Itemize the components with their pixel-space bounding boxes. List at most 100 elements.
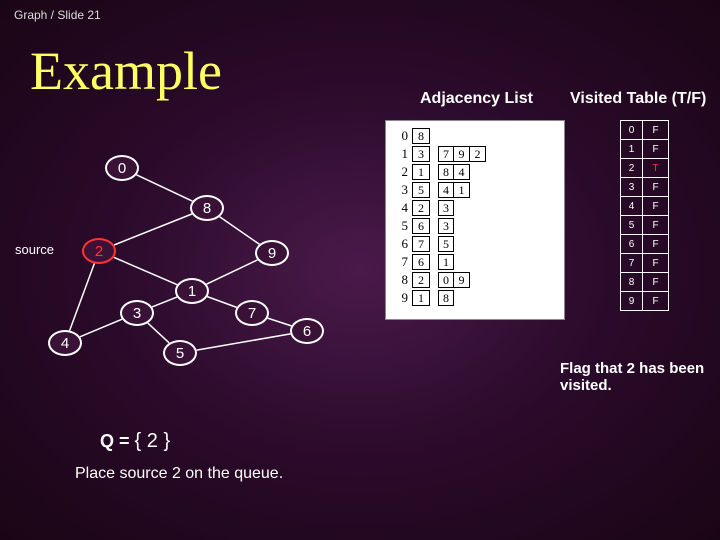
adjacency-index: 3 xyxy=(394,182,408,198)
adjacency-row: 675 xyxy=(394,235,556,253)
visited-value: F xyxy=(643,140,669,159)
adjacency-linked-cells: 09 xyxy=(438,272,470,288)
graph-node-7: 7 xyxy=(235,300,269,326)
adjacency-head-cell: 8 xyxy=(412,128,430,144)
visited-row: 0F xyxy=(621,121,669,140)
visited-row: 7F xyxy=(621,254,669,273)
adjacency-index: 4 xyxy=(394,200,408,216)
adjacency-cell: 0 xyxy=(438,272,454,288)
adjacency-row: 08 xyxy=(394,127,556,145)
visited-index: 9 xyxy=(621,292,643,311)
adjacency-index: 5 xyxy=(394,218,408,234)
visited-value: F xyxy=(643,216,669,235)
adjacency-index: 2 xyxy=(394,164,408,180)
visited-value: F xyxy=(643,273,669,292)
graph-node-2: 2 xyxy=(82,238,116,264)
adjacency-head-cell: 3 xyxy=(412,146,430,162)
graph-node-3: 3 xyxy=(120,300,154,326)
adjacency-cell: 5 xyxy=(438,236,454,252)
visited-row: 8F xyxy=(621,273,669,292)
visited-row: 4F xyxy=(621,197,669,216)
graph-edge xyxy=(197,334,291,350)
adjacency-cell: 1 xyxy=(454,182,470,198)
graph-node-5: 5 xyxy=(163,340,197,366)
graph-edge xyxy=(152,297,177,307)
adjacency-cell: 4 xyxy=(438,182,454,198)
adjacency-head-cell: 5 xyxy=(412,182,430,198)
visited-row: 2T xyxy=(621,159,669,178)
queue-content: { 2 } xyxy=(135,430,171,452)
adjacency-row: 2184 xyxy=(394,163,556,181)
adjacency-head-cell: 1 xyxy=(412,290,430,306)
adjacency-cell: 1 xyxy=(438,254,454,270)
visited-index: 7 xyxy=(621,254,643,273)
visited-value: F xyxy=(643,292,669,311)
graph-node-6: 6 xyxy=(290,318,324,344)
adjacency-head-cell: 2 xyxy=(412,272,430,288)
visited-value: F xyxy=(643,254,669,273)
adjacency-linked-cells: 3 xyxy=(438,200,454,216)
graph-edge xyxy=(268,318,292,326)
adjacency-cell: 9 xyxy=(454,272,470,288)
graph-node-0: 0 xyxy=(105,155,139,181)
graph-node-9: 9 xyxy=(255,240,289,266)
breadcrumb: Graph / Slide 21 xyxy=(14,8,101,22)
adjacency-head-cell: 6 xyxy=(412,218,430,234)
graph-edge xyxy=(136,175,192,201)
adjacency-cell: 8 xyxy=(438,290,454,306)
visited-table: 0F1F2T3F4F5F6F7F8F9F xyxy=(620,120,669,311)
adjacency-cell: 7 xyxy=(438,146,454,162)
visited-row: 5F xyxy=(621,216,669,235)
visited-value: F xyxy=(643,235,669,254)
adjacency-index: 0 xyxy=(394,128,408,144)
adjacency-index: 9 xyxy=(394,290,408,306)
adjacency-index: 7 xyxy=(394,254,408,270)
adjacency-cell: 4 xyxy=(454,164,470,180)
adjacency-row: 3541 xyxy=(394,181,556,199)
adjacency-index: 6 xyxy=(394,236,408,252)
queue-caption: Place source 2 on the queue. xyxy=(75,465,283,483)
adjacency-index: 1 xyxy=(394,146,408,162)
visited-index: 6 xyxy=(621,235,643,254)
visited-index: 4 xyxy=(621,197,643,216)
adjacency-row: 761 xyxy=(394,253,556,271)
visited-value: F xyxy=(643,178,669,197)
adjacency-linked-cells: 3 xyxy=(438,218,454,234)
graph-node-1: 1 xyxy=(175,278,209,304)
adjacency-list: 0813792218435414235636757618209918 xyxy=(385,120,565,320)
visited-value: T xyxy=(643,159,669,178)
annotation-visited-flag: Flag that 2 has been visited. xyxy=(560,360,710,394)
visited-table-heading: Visited Table (T/F) xyxy=(570,90,706,108)
adjacency-linked-cells: 41 xyxy=(438,182,470,198)
queue-line: Q = { 2 } xyxy=(100,430,170,453)
graph-edge xyxy=(70,264,95,331)
adjacency-linked-cells: 8 xyxy=(438,290,454,306)
adjacency-head-cell: 2 xyxy=(412,200,430,216)
adjacency-cell: 8 xyxy=(438,164,454,180)
graph-edge xyxy=(148,323,169,343)
visited-value: F xyxy=(643,197,669,216)
adjacency-index: 8 xyxy=(394,272,408,288)
graph-edge xyxy=(114,257,177,284)
adjacency-cell: 3 xyxy=(438,218,454,234)
adjacency-head-cell: 7 xyxy=(412,236,430,252)
graph-node-8: 8 xyxy=(190,195,224,221)
graph-edge xyxy=(114,214,192,245)
visited-index: 5 xyxy=(621,216,643,235)
slide-title: Example xyxy=(30,40,222,102)
adjacency-row: 423 xyxy=(394,199,556,217)
adjacency-row: 8209 xyxy=(394,271,556,289)
visited-row: 9F xyxy=(621,292,669,311)
visited-value: F xyxy=(643,121,669,140)
adjacency-cell: 2 xyxy=(470,146,486,162)
graph-edge xyxy=(206,260,257,284)
visited-index: 0 xyxy=(621,121,643,140)
adjacency-list-heading: Adjacency List xyxy=(420,90,533,108)
source-label: source xyxy=(15,242,54,257)
graph-edge xyxy=(220,217,260,245)
adjacency-linked-cells: 792 xyxy=(438,146,486,162)
adjacency-row: 563 xyxy=(394,217,556,235)
visited-row: 3F xyxy=(621,178,669,197)
adjacency-row: 918 xyxy=(394,289,556,307)
adjacency-row: 13 792 xyxy=(394,145,556,163)
